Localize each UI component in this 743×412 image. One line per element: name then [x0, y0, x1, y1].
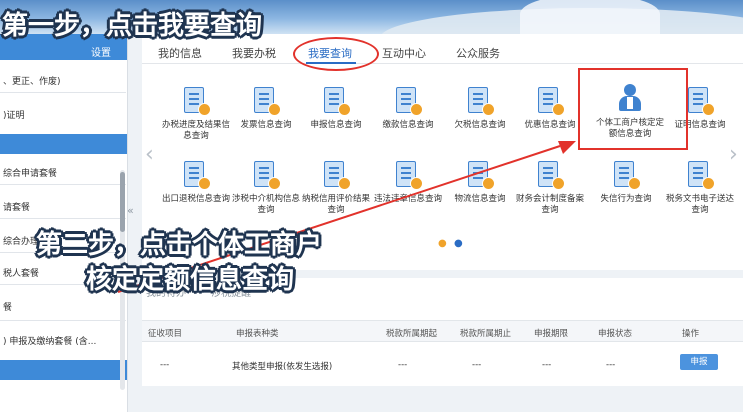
step2-annotation-line1: 第二步，点击个体工商户 [36, 230, 323, 260]
tab-my-info[interactable]: 我的信息 [158, 45, 202, 61]
carousel-dot-active[interactable]: ● [454, 238, 463, 249]
tile-label: 申报信息查询 [310, 120, 362, 130]
column-header: 操作 [682, 329, 700, 339]
credit-icon [321, 160, 351, 190]
document-delivery-icon [685, 160, 715, 190]
column-header: 申报表种类 [236, 329, 279, 339]
tab-interaction[interactable]: 互动中心 [382, 45, 426, 61]
sidebar-item[interactable]: 综合办理 [0, 234, 39, 247]
invoice-icon [251, 86, 281, 116]
tile-export-refund-query[interactable]: 出口退税信息查询 [160, 160, 232, 205]
column-header: 税款所属期止 [460, 329, 512, 339]
divider [0, 92, 126, 93]
discount-icon [535, 86, 565, 116]
tile-dishonest-query[interactable]: 失信行为查询 [590, 160, 662, 205]
carousel-dot[interactable]: ● [438, 238, 447, 249]
logistics-icon [465, 160, 495, 190]
column-header: 税款所属期起 [386, 329, 438, 339]
tile-label: 办税进度及结果信息查询 [161, 120, 230, 141]
sidebar-section-bar [0, 360, 127, 380]
tile-label: 发票信息查询 [240, 120, 292, 130]
tile-label: 欠税信息查询 [454, 120, 506, 130]
tile-label: 优惠信息查询 [524, 120, 576, 130]
table-cell: --- [398, 360, 408, 370]
collapse-sidebar-icon[interactable]: « [127, 204, 134, 217]
step1-annotation: 第一步，点击我要查询 [2, 11, 263, 41]
column-header: 征收项目 [148, 329, 183, 339]
tile-agency-query[interactable]: 涉税中介机构信息查询 [230, 160, 302, 216]
tile-payment-query[interactable]: 缴款信息查询 [372, 86, 444, 131]
tile-progress-query[interactable]: 办税进度及结果信息查询 [160, 86, 232, 142]
sidebar-item[interactable]: 综合申请套餐 [0, 166, 57, 179]
column-header: 申报期限 [534, 329, 569, 339]
document-search-icon [181, 86, 211, 116]
tile-label: 缴款信息查询 [382, 120, 434, 130]
table-cell: 其他类型申报(依发生选报) [232, 362, 333, 372]
table-cell: --- [606, 360, 616, 370]
chevron-left-icon[interactable]: ‹ [145, 142, 154, 167]
sidebar-item[interactable]: 餐 [0, 300, 12, 313]
sidebar-section-bar [0, 134, 127, 154]
settings-link[interactable]: 设置 [91, 48, 111, 59]
scrollbar-thumb[interactable] [120, 172, 125, 232]
tile-violation-query[interactable]: 违法违章信息查询 [372, 160, 444, 205]
tile-invoice-query[interactable]: 发票信息查询 [230, 86, 302, 131]
tile-label: 财务会计制度备案查询 [515, 194, 584, 215]
tile-label: 出口退税信息查询 [161, 194, 230, 204]
column-header: 申报状态 [598, 329, 633, 339]
table-header: 征收项目 申报表种类 税款所属期起 税款所属期止 申报期限 申报状态 操作 [142, 320, 743, 342]
table-cell: --- [472, 360, 482, 370]
violation-icon [393, 160, 423, 190]
divider [0, 184, 126, 185]
tile-accounting-query[interactable]: 财务会计制度备案查询 [514, 160, 586, 216]
tile-label: 违法违章信息查询 [373, 194, 442, 204]
tile-logistics-query[interactable]: 物流信息查询 [444, 160, 516, 205]
tile-label: 税务文书电子送达查询 [665, 194, 734, 215]
annotation-circle [293, 37, 379, 71]
tab-handle-tax[interactable]: 我要办税 [232, 45, 276, 61]
tile-arrears-query[interactable]: 欠税信息查询 [444, 86, 516, 131]
sidebar-item[interactable]: 、更正、作废) [0, 74, 61, 87]
divider [0, 320, 126, 321]
annotation-highlight-box [578, 68, 688, 150]
tab-public-service[interactable]: 公众服务 [456, 45, 500, 61]
step2-annotation-line2: 核定定额信息查询 [86, 265, 295, 295]
arrears-icon [465, 86, 495, 116]
tile-label: 物流信息查询 [454, 194, 506, 204]
left-sidebar: 设置 、更正、作废) )证明 综合申请套餐 请套餐 综合办理 税人套餐 餐 ) … [0, 34, 128, 412]
declare-button[interactable]: 申报 [680, 354, 718, 370]
divider [0, 218, 126, 219]
table-cell: --- [160, 360, 170, 370]
declaration-icon [321, 86, 351, 116]
sidebar-item[interactable]: 税人套餐 [0, 266, 39, 279]
tile-discount-query[interactable]: 优惠信息查询 [514, 86, 586, 131]
agency-icon [251, 160, 281, 190]
tile-credit-query[interactable]: 纳税信用评价结果查询 [300, 160, 372, 216]
tile-declaration-query[interactable]: 申报信息查询 [300, 86, 372, 131]
sidebar-item[interactable]: 请套餐 [0, 200, 30, 213]
payment-icon [393, 86, 423, 116]
banner-decoration [520, 0, 660, 34]
tile-label: 失信行为查询 [600, 194, 652, 204]
dishonest-icon [611, 160, 641, 190]
sidebar-item[interactable]: ) 申报及缴纳套餐 (含... [0, 334, 96, 347]
table-cell: --- [542, 360, 552, 370]
tile-label: 纳税信用评价结果查询 [301, 194, 370, 215]
tile-document-delivery-query[interactable]: 税务文书电子送达查询 [664, 160, 736, 216]
certificate-icon [685, 86, 715, 116]
sidebar-item[interactable]: )证明 [0, 108, 25, 121]
export-icon [181, 160, 211, 190]
accounting-icon [535, 160, 565, 190]
tile-label: 涉税中介机构信息查询 [231, 194, 300, 215]
